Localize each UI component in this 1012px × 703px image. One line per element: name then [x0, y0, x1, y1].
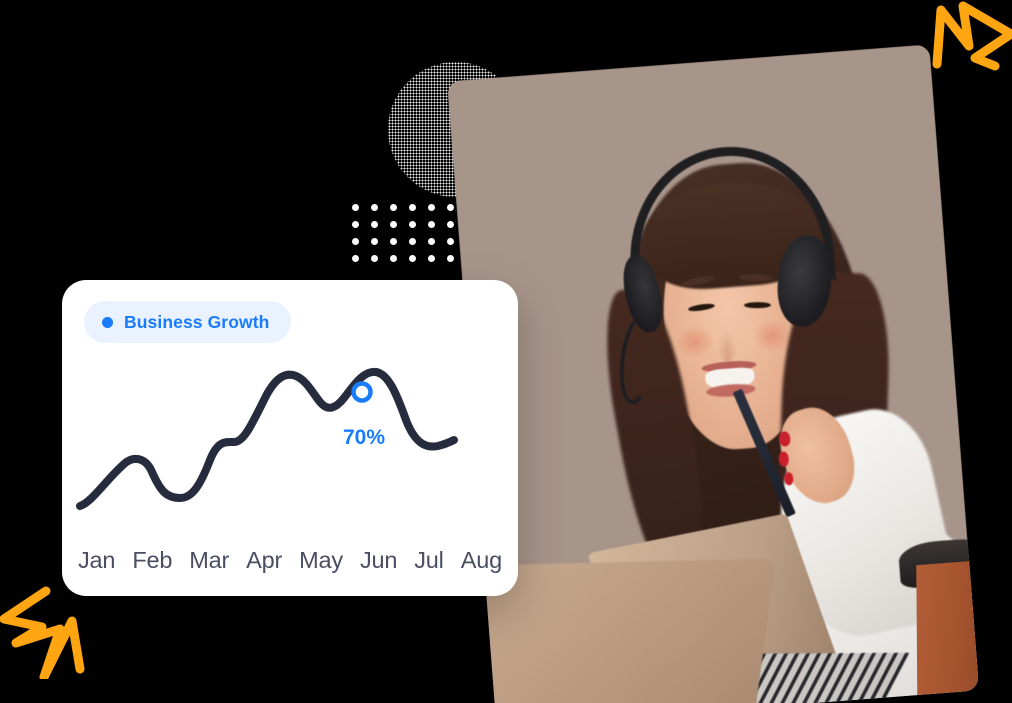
fingernail — [778, 430, 791, 447]
fingernail — [783, 471, 794, 486]
grid-dot — [428, 204, 435, 211]
grid-dot — [352, 221, 359, 228]
grid-dot — [409, 255, 416, 262]
hero-photo — [446, 44, 980, 703]
grid-dot — [371, 238, 378, 245]
grid-dot — [352, 255, 359, 262]
x-tick-jul: Jul — [414, 547, 444, 573]
grid-dot — [409, 204, 416, 211]
grid-dot — [352, 204, 359, 211]
x-tick-mar: Mar — [189, 547, 230, 573]
grid-dot — [428, 221, 435, 228]
growth-line-path — [76, 367, 458, 510]
value-callout: 70% — [343, 426, 386, 449]
grid-dot — [447, 204, 454, 211]
x-tick-aug: Aug — [460, 547, 502, 573]
grid-dot — [390, 238, 397, 245]
grid-dot — [390, 255, 397, 262]
grid-dot — [447, 238, 454, 245]
grid-dot — [428, 238, 435, 245]
grid-dot — [371, 255, 378, 262]
grid-dot — [390, 221, 397, 228]
x-tick-may: May — [299, 547, 343, 573]
fingernail — [778, 451, 790, 468]
coffee-cup — [906, 560, 979, 703]
x-tick-jun: Jun — [359, 547, 398, 573]
zigzag-squiggle-icon — [932, 1, 1012, 71]
hero-stage: Business Growth 70% Jan Feb Mar Apr May … — [0, 0, 1012, 703]
dot-grid-pattern — [352, 204, 466, 272]
x-tick-apr: Apr — [246, 547, 283, 573]
business-growth-card: Business Growth 70% Jan Feb Mar Apr May … — [62, 280, 518, 596]
grid-dot — [428, 255, 435, 262]
grid-dot — [371, 221, 378, 228]
zigzag-squiggle-icon — [0, 586, 85, 679]
grid-dot — [352, 238, 359, 245]
grid-dot — [409, 221, 416, 228]
x-tick-feb: Feb — [132, 547, 173, 573]
grid-dot — [447, 221, 454, 228]
grid-dot — [447, 255, 454, 262]
grid-dot — [409, 238, 416, 245]
x-axis-month-labels: Jan Feb Mar Apr May Jun Jul Aug — [74, 547, 506, 574]
highlight-marker[interactable] — [351, 381, 373, 403]
x-tick-jan: Jan — [78, 547, 116, 573]
grid-dot — [390, 204, 397, 211]
grid-dot — [371, 204, 378, 211]
